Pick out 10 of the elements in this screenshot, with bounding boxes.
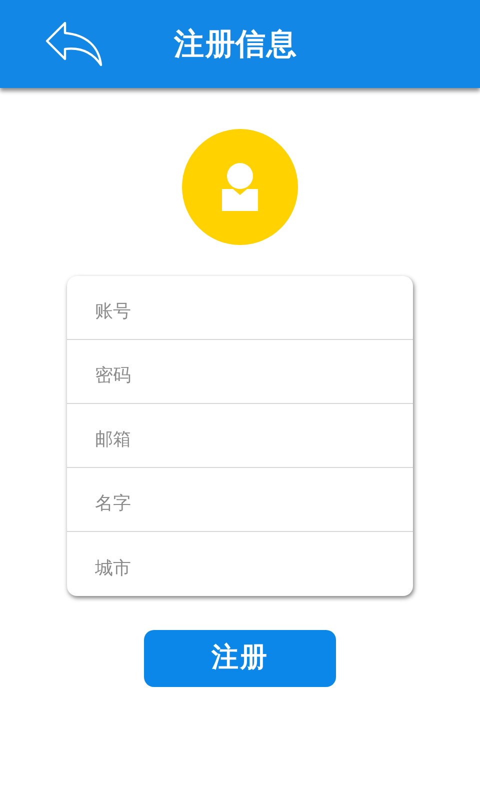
- input-field[interactable]: 名字: [95, 482, 385, 517]
- input-field[interactable]: 密码: [95, 354, 385, 389]
- back-arrow-icon: [45, 21, 103, 67]
- back-button[interactable]: [44, 20, 104, 68]
- input-field[interactable]: 城市: [95, 546, 385, 582]
- input-field[interactable]: 账号: [95, 290, 385, 325]
- person-icon: [219, 161, 261, 213]
- register-button[interactable]: 注册: [144, 630, 336, 687]
- page-title: 注册信息: [174, 26, 297, 64]
- input-field[interactable]: 邮箱: [95, 418, 385, 453]
